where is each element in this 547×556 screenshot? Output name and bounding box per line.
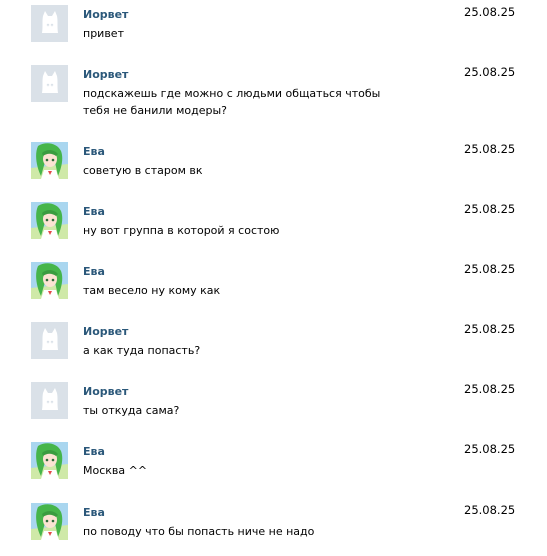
message-row: Ева 25.08.25 по поводу что бы попасть ни…: [0, 503, 547, 553]
message-date: 25.08.25: [464, 65, 516, 79]
message-text: привет: [83, 27, 124, 40]
message-author[interactable]: Иорвет: [83, 325, 128, 338]
anime-girl-avatar[interactable]: [31, 262, 68, 299]
message-row: Иорвет 25.08.25 подскажешь где можно с л…: [0, 65, 547, 117]
message-author[interactable]: Иорвет: [83, 68, 128, 81]
message-date: 25.08.25: [464, 503, 516, 517]
message-row: Иорвет 25.08.25 ты откуда сама?: [0, 382, 547, 432]
deactivated-dog-avatar[interactable]: [31, 322, 68, 359]
anime-girl-avatar[interactable]: [31, 202, 68, 239]
message-date: 25.08.25: [464, 382, 516, 396]
message-text: по поводу что бы попасть ниче не надо: [83, 525, 315, 538]
message-author[interactable]: Ева: [83, 265, 105, 278]
deactivated-dog-avatar[interactable]: [31, 5, 68, 42]
deactivated-dog-avatar[interactable]: [31, 382, 68, 419]
message-row: Ева 25.08.25 советую в старом вк: [0, 142, 547, 192]
message-author[interactable]: Ева: [83, 145, 105, 158]
message-author[interactable]: Ева: [83, 506, 105, 519]
message-author[interactable]: Ева: [83, 445, 105, 458]
message-row: Ева 25.08.25 Москва ^^: [0, 442, 547, 492]
message-date: 25.08.25: [464, 262, 516, 276]
message-text: подскажешь где можно с людьми общаться ч…: [83, 87, 381, 117]
message-date: 25.08.25: [464, 322, 516, 336]
message-text: а как туда попасть?: [83, 344, 201, 357]
anime-girl-avatar[interactable]: [31, 442, 68, 479]
message-text: там весело ну кому как: [83, 284, 221, 297]
anime-girl-avatar[interactable]: [31, 142, 68, 179]
anime-girl-avatar[interactable]: [31, 503, 68, 540]
message-history: Иорвет 25.08.25 привет Иорвет 25.08.25 п…: [0, 0, 547, 556]
message-author[interactable]: Ева: [83, 205, 105, 218]
message-author[interactable]: Иорвет: [83, 8, 128, 21]
message-text: Москва ^^: [83, 464, 148, 477]
message-date: 25.08.25: [464, 142, 516, 156]
message-row: Иорвет 25.08.25 привет: [0, 5, 547, 55]
message-row: Иорвет 25.08.25 а как туда попасть?: [0, 322, 547, 372]
message-author[interactable]: Иорвет: [83, 385, 128, 398]
message-text: советую в старом вк: [83, 164, 203, 177]
message-text: ты откуда сама?: [83, 404, 180, 417]
message-text: ну вот группа в которой я состою: [83, 224, 280, 237]
message-date: 25.08.25: [464, 202, 516, 216]
message-row: Ева 25.08.25 ну вот группа в которой я с…: [0, 202, 547, 252]
message-row: Ева 25.08.25 там весело ну кому как: [0, 262, 547, 312]
message-date: 25.08.25: [464, 5, 516, 19]
message-date: 25.08.25: [464, 442, 516, 456]
deactivated-dog-avatar[interactable]: [31, 65, 68, 102]
